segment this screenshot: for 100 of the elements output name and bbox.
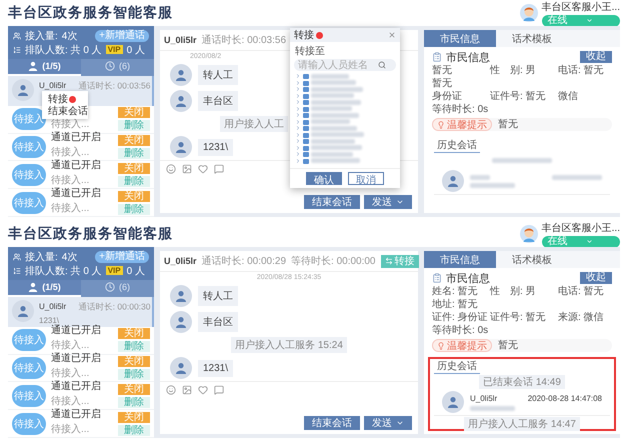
close-button[interactable]: 关闭 bbox=[118, 412, 150, 423]
info-field: 证件: 身份证 bbox=[432, 312, 490, 324]
person-icon bbox=[28, 282, 38, 292]
session-preview: 1231\ bbox=[39, 316, 60, 325]
info-field: 地址: 暂无 bbox=[432, 299, 612, 311]
delete-button[interactable]: 删除 bbox=[118, 368, 150, 380]
new-call-button[interactable]: +新增通话 bbox=[95, 30, 149, 42]
vip-badge: VIP bbox=[106, 266, 123, 275]
history-tab[interactable]: 历史会话 bbox=[434, 359, 480, 374]
history-user: U_0li5lr bbox=[470, 394, 498, 402]
avatar-icon bbox=[520, 225, 538, 243]
search-field[interactable]: 请输入人员姓名 bbox=[294, 59, 396, 71]
info-field: 等待时长: 0s bbox=[432, 325, 490, 337]
chat-user: U_0li5lr bbox=[164, 35, 197, 45]
caret-icon bbox=[396, 419, 404, 427]
end-session-button[interactable]: 结束会话 bbox=[304, 416, 360, 430]
heart-icon[interactable] bbox=[198, 385, 208, 395]
panel-tab[interactable]: 市民信息 bbox=[424, 251, 496, 268]
wait-duration: 等待时长: 00:00:00 bbox=[291, 254, 376, 268]
delete-button[interactable]: 删除 bbox=[118, 424, 150, 436]
waiting-avatar: 待接入 bbox=[12, 164, 46, 186]
panel-tab[interactable]: 话术模板 bbox=[496, 251, 568, 268]
caret-icon bbox=[396, 198, 404, 206]
close-button[interactable]: 关闭 bbox=[118, 190, 150, 202]
close-button[interactable]: 关闭 bbox=[118, 384, 150, 395]
message-bubble: 转人工 bbox=[198, 65, 238, 85]
info-field: 电话: 暂无 bbox=[558, 286, 612, 298]
list-tab[interactable]: (6) bbox=[81, 280, 154, 297]
close-button[interactable]: 关闭 bbox=[118, 162, 150, 174]
delete-button[interactable]: 删除 bbox=[118, 341, 150, 352]
channel-name: 通道已开启 bbox=[51, 158, 102, 172]
waiting-status: 待接入... bbox=[51, 394, 90, 408]
image-icon[interactable] bbox=[182, 385, 192, 395]
confirm-button[interactable]: 确认 bbox=[306, 172, 342, 185]
close-button[interactable]: 关闭 bbox=[118, 134, 150, 146]
image-icon[interactable] bbox=[182, 164, 192, 174]
channel-name: 通道已开启 bbox=[51, 408, 102, 421]
menu-item[interactable]: 结束会话 bbox=[48, 104, 88, 118]
channel-name: 通道已开启 bbox=[51, 130, 102, 144]
history-tab[interactable]: 历史会话 bbox=[434, 138, 480, 153]
search-icon[interactable] bbox=[378, 61, 386, 69]
transfer-button[interactable]: 转接 bbox=[380, 254, 418, 268]
delete-button[interactable]: 删除 bbox=[118, 396, 150, 408]
session-name: U_0li5lr bbox=[39, 302, 66, 312]
emoji-icon[interactable] bbox=[166, 164, 176, 174]
new-call-button[interactable]: +新增通话 bbox=[95, 250, 149, 262]
channel-name: 通道已开启 bbox=[51, 352, 102, 365]
info-field: 等待时长: 0s bbox=[432, 104, 490, 116]
close-button[interactable]: 关闭 bbox=[118, 107, 150, 118]
person-icon bbox=[175, 95, 187, 107]
collapse-button[interactable]: 收起 bbox=[580, 272, 612, 284]
list-tab[interactable]: (1/5) bbox=[8, 59, 81, 76]
comment-icon[interactable] bbox=[214, 385, 224, 395]
queue-count: 排队人数: 共 0 人 bbox=[25, 264, 102, 278]
person-icon bbox=[17, 304, 29, 317]
send-button[interactable]: 发送 bbox=[364, 416, 412, 430]
person-icon bbox=[28, 61, 38, 72]
close-button[interactable]: 关闭 bbox=[118, 328, 150, 340]
waiting-status: 待接入... bbox=[51, 366, 90, 380]
status-dropdown[interactable]: 在线 bbox=[542, 236, 620, 248]
send-button[interactable]: 发送 bbox=[364, 195, 412, 209]
list-tab[interactable]: (1/5) bbox=[8, 280, 81, 297]
person-icon bbox=[175, 362, 187, 374]
hint-tag: 温馨提示 bbox=[432, 118, 492, 131]
info-field: 暂无 bbox=[432, 78, 612, 90]
info-field: 身份证 bbox=[432, 91, 490, 103]
vip-count: 0 人 bbox=[126, 264, 145, 278]
info-field: 证件号: 暂无 bbox=[490, 91, 558, 103]
chat-user: U_0li5lr bbox=[164, 256, 197, 266]
menu-item[interactable]: 转接 bbox=[48, 92, 68, 106]
channel-name: 通道已开启 bbox=[51, 186, 102, 200]
info-field: 暂无 bbox=[432, 65, 490, 77]
delete-button[interactable]: 删除 bbox=[118, 120, 150, 132]
panel-tab[interactable]: 市民信息 bbox=[424, 30, 496, 47]
status-dropdown[interactable]: 在线 bbox=[542, 14, 620, 26]
panel-tab[interactable]: 话术模板 bbox=[496, 30, 568, 47]
message-bubble: 1231\ bbox=[198, 138, 234, 156]
comment-icon[interactable] bbox=[214, 164, 224, 174]
delete-button[interactable]: 删除 bbox=[118, 148, 150, 159]
heart-icon[interactable] bbox=[198, 164, 208, 174]
end-session-button[interactable]: 结束会话 bbox=[304, 195, 360, 209]
waiting-avatar: 待接入 bbox=[12, 192, 46, 214]
avatar-icon bbox=[520, 4, 538, 22]
collapse-button[interactable]: 收起 bbox=[580, 51, 612, 63]
waiting-avatar: 待接入 bbox=[12, 136, 46, 158]
close-button[interactable]: 关闭 bbox=[118, 356, 150, 367]
list-tab[interactable]: (6) bbox=[81, 59, 154, 76]
message-bubble: 丰台区 bbox=[198, 312, 238, 332]
vip-badge: VIP bbox=[106, 45, 123, 54]
waiting-status: 待接入... bbox=[51, 118, 90, 132]
close-button[interactable] bbox=[388, 31, 396, 39]
cancel-button[interactable]: 取消 bbox=[348, 172, 384, 185]
delete-button[interactable]: 删除 bbox=[118, 204, 150, 215]
section-heading: 市民信息 bbox=[446, 272, 490, 286]
waiting-status: 待接入... bbox=[51, 422, 90, 436]
message-bubble: 转人工 bbox=[198, 286, 238, 306]
redacted-text bbox=[552, 174, 602, 180]
emoji-icon[interactable] bbox=[166, 385, 176, 395]
delete-button[interactable]: 删除 bbox=[118, 176, 150, 187]
section-heading: 市民信息 bbox=[446, 50, 490, 64]
